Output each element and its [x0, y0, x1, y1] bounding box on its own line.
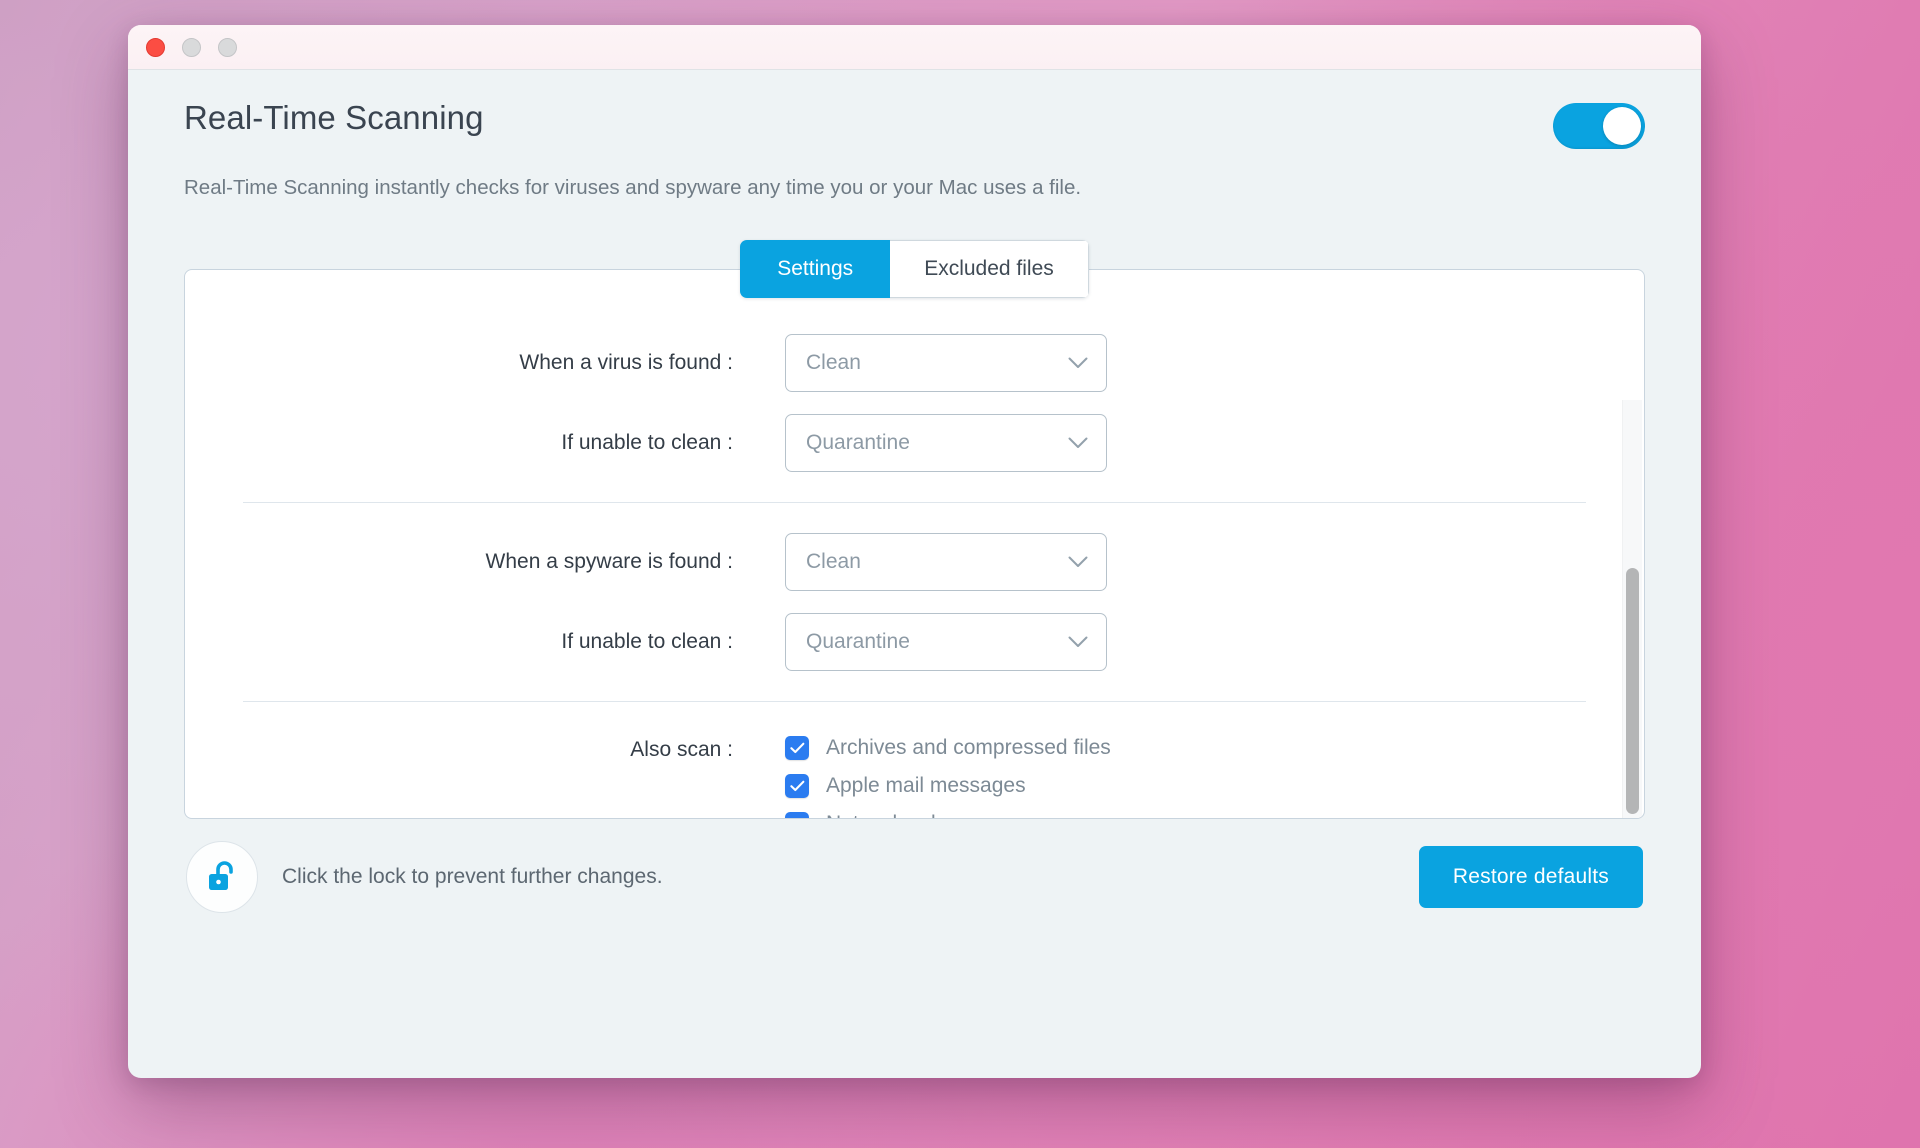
checkbox-item-archives[interactable]: Archives and compressed files	[785, 732, 1111, 763]
spyware-unable-clean-action-select[interactable]: Quarantine	[785, 613, 1107, 672]
spyware-found-action-value: Clean	[806, 550, 861, 574]
settings-panel-content: When a virus is found : Clean If unable …	[185, 270, 1644, 819]
also-scan-label: Also scan :	[630, 738, 733, 762]
row-virus-found: When a virus is found : Clean	[185, 334, 1644, 393]
row-virus-found-label: When a virus is found :	[519, 351, 733, 375]
window-titlebar	[128, 25, 1701, 70]
minimize-window-button[interactable]	[182, 37, 201, 57]
virus-unable-clean-action-value: Quarantine	[806, 431, 910, 455]
also-scan-row: Also scan : Archives and compressed file…	[185, 732, 1644, 819]
page-title: Real-Time Scanning	[184, 99, 484, 136]
panel-scrollbar-thumb[interactable]	[1626, 567, 1639, 815]
lock-group: Click the lock to prevent further change…	[186, 840, 663, 913]
unlocked-padlock-icon	[205, 859, 239, 895]
tab-settings[interactable]: Settings	[740, 240, 891, 299]
virus-found-action-value: Clean	[806, 351, 861, 375]
lock-button[interactable]	[186, 840, 258, 913]
tabs-container: Settings Excluded files	[184, 240, 1645, 299]
chevron-down-icon	[1068, 636, 1088, 648]
page-subtitle: Real-Time Scanning instantly checks for …	[184, 176, 1082, 199]
checkmark-icon[interactable]	[785, 773, 809, 798]
row-spyware-unable-clean: If unable to clean : Quarantine	[185, 613, 1644, 672]
panel-scrollbar[interactable]	[1622, 400, 1642, 819]
virus-found-action-select[interactable]: Clean	[785, 334, 1107, 393]
window-body: Real-Time Scanning Real-Time Scanning in…	[128, 70, 1701, 1078]
header-row: Real-Time Scanning	[184, 99, 1645, 149]
window-footer: Click the lock to prevent further change…	[184, 819, 1645, 934]
spyware-unable-clean-action-value: Quarantine	[806, 630, 910, 654]
settings-panel: When a virus is found : Clean If unable …	[184, 269, 1645, 820]
checkbox-item-apple-mail[interactable]: Apple mail messages	[785, 770, 1111, 801]
section-divider-1	[243, 502, 1586, 504]
checkmark-icon[interactable]	[785, 811, 809, 819]
virus-unable-clean-action-select[interactable]: Quarantine	[785, 414, 1107, 473]
real-time-scanning-toggle[interactable]	[1553, 103, 1645, 149]
row-virus-unable-clean-label: If unable to clean :	[561, 431, 733, 455]
chevron-down-icon	[1068, 437, 1088, 449]
app-window: Real-Time Scanning Real-Time Scanning in…	[128, 25, 1701, 1078]
tab-list: Settings Excluded files	[740, 240, 1089, 299]
restore-defaults-button[interactable]: Restore defaults	[1418, 845, 1643, 908]
checkmark-icon[interactable]	[785, 735, 809, 760]
maximize-window-button[interactable]	[218, 37, 237, 57]
lock-hint-text: Click the lock to prevent further change…	[282, 864, 663, 888]
toggle-knob	[1603, 107, 1641, 145]
row-virus-unable-clean: If unable to clean : Quarantine	[185, 414, 1644, 473]
spyware-found-action-select[interactable]: Clean	[785, 533, 1107, 592]
checkbox-label-apple-mail: Apple mail messages	[826, 773, 1026, 797]
traffic-lights	[146, 37, 237, 57]
chevron-down-icon	[1068, 556, 1088, 568]
row-spyware-found: When a spyware is found : Clean	[185, 533, 1644, 592]
section-divider-2	[243, 701, 1586, 703]
checkbox-item-network-volumes[interactable]: Network volumes	[785, 808, 1111, 819]
checkbox-label-archives: Archives and compressed files	[826, 735, 1111, 759]
row-spyware-found-label: When a spyware is found :	[485, 550, 733, 574]
checkbox-label-network-volumes: Network volumes	[826, 812, 987, 819]
chevron-down-icon	[1068, 357, 1088, 369]
row-spyware-unable-clean-label: If unable to clean :	[561, 630, 733, 654]
tab-excluded-files[interactable]: Excluded files	[890, 240, 1089, 299]
also-scan-options: Archives and compressed files Apple mail…	[785, 732, 1111, 819]
close-window-button[interactable]	[146, 37, 165, 57]
